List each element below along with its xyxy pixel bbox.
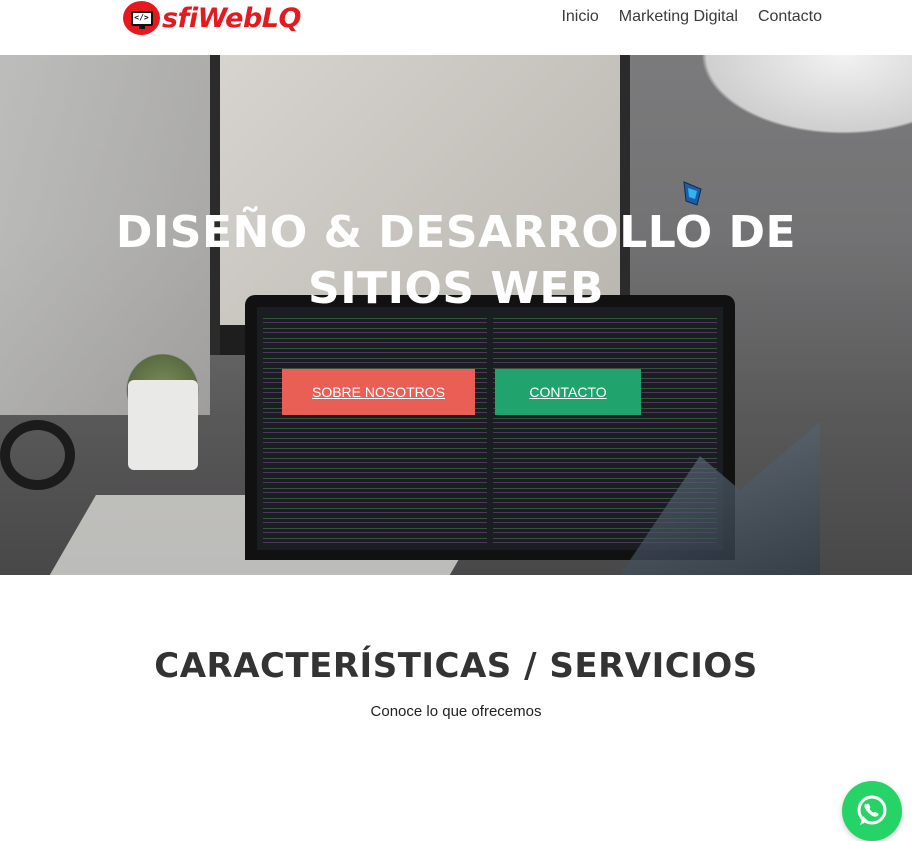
whatsapp-button[interactable] <box>842 781 902 841</box>
main-nav: Inicio Marketing Digital Contacto <box>561 8 822 26</box>
logo-text: sfiWebLQ <box>162 2 301 34</box>
hero-background-pot <box>128 380 198 470</box>
monitor-code-icon: </> <box>123 1 160 35</box>
features-title: CARACTERÍSTICAS / SERVICIOS <box>154 646 758 686</box>
hero-title: DISEÑO & DESARROLLO DE SITIOS WEB <box>0 205 912 317</box>
nav-link-contacto[interactable]: Contacto <box>758 8 822 26</box>
hero-background-lamp <box>682 55 912 145</box>
hero-background-headphones <box>0 420 75 490</box>
hero-title-line1: DISEÑO & DESARROLLO DE <box>115 207 797 258</box>
cursor-icon <box>683 181 702 206</box>
hero-section: DISEÑO & DESARROLLO DE SITIOS WEB SOBRE … <box>0 55 912 575</box>
site-header: </> sfiWebLQ Inicio Marketing Digital Co… <box>0 0 912 55</box>
contact-button[interactable]: CONTACTO <box>495 369 641 415</box>
hero-title-line2: SITIOS WEB <box>308 263 604 314</box>
about-us-button[interactable]: SOBRE NOSOTROS <box>282 369 475 415</box>
nav-link-marketing-digital[interactable]: Marketing Digital <box>619 8 738 26</box>
features-subtitle: Conoce lo que ofrecemos <box>370 703 542 720</box>
site-logo[interactable]: </> sfiWebLQ <box>123 0 301 36</box>
logo-badge-glyph: </> <box>130 10 153 26</box>
whatsapp-icon <box>857 795 887 825</box>
nav-link-inicio[interactable]: Inicio <box>561 8 598 26</box>
